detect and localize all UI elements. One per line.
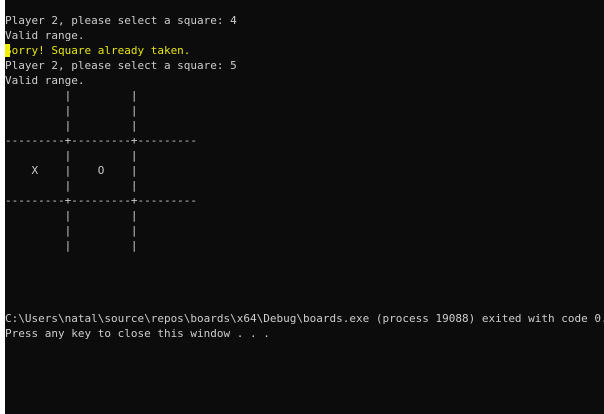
prompt-line: Player 2, please select a square: 4 bbox=[5, 14, 237, 27]
board-row-line: | | bbox=[5, 179, 138, 192]
board-divider-line: ---------+---------+--------- bbox=[5, 194, 198, 207]
board-row-line: | | bbox=[5, 104, 138, 117]
process-exit-line: C:\Users\natal\source\repos\boards\x64\D… bbox=[5, 312, 604, 325]
close-window-prompt: Press any key to close this window . . . bbox=[5, 327, 270, 340]
board-divider-line: ---------+---------+--------- bbox=[5, 134, 198, 147]
board-row-line: | | bbox=[5, 89, 138, 102]
board-row-line: | | bbox=[5, 239, 138, 252]
board-row-line: | | bbox=[5, 149, 138, 162]
console-window[interactable]: Player 2, please select a square: 4 Vali… bbox=[5, 0, 604, 414]
valid-range-line: Valid range. bbox=[5, 74, 85, 87]
board-row-line: | | bbox=[5, 209, 138, 222]
board-row-line: | | bbox=[5, 119, 138, 132]
error-message-line: Sorry! Square already taken. bbox=[5, 44, 191, 57]
board-marks-line: X | O | bbox=[5, 164, 138, 177]
board-row-line: | | bbox=[5, 224, 138, 237]
valid-range-line: Valid range. bbox=[5, 29, 85, 42]
prompt-line: Player 2, please select a square: 5 bbox=[5, 59, 237, 72]
